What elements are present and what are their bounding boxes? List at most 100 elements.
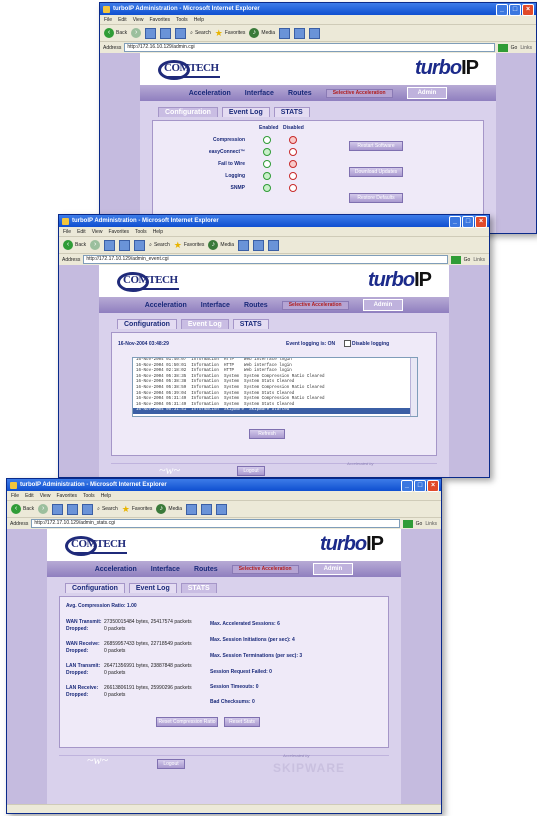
links-label[interactable]: Links	[425, 521, 437, 527]
forward-icon[interactable]: ›	[131, 28, 142, 38]
nav-routes[interactable]: Routes	[194, 566, 218, 573]
logout-button[interactable]: Logout	[157, 759, 185, 769]
search-button[interactable]: ⌕ Search	[190, 30, 211, 36]
go-label[interactable]: Go	[464, 257, 471, 263]
go-label[interactable]: Go	[511, 45, 518, 51]
restart-software-button[interactable]: Restart Software	[349, 141, 403, 151]
radio-snmp-disabled[interactable]	[289, 184, 297, 192]
radio-failtowire-disabled[interactable]	[289, 160, 297, 168]
tab-configuration[interactable]: Configuration	[65, 583, 125, 593]
nav-acceleration[interactable]: Acceleration	[145, 302, 187, 309]
maximize-icon[interactable]: □	[414, 480, 426, 492]
home-icon[interactable]	[175, 27, 187, 39]
menu-favorites[interactable]: Favorites	[149, 17, 170, 23]
radio-easyconnect-disabled[interactable]	[289, 148, 297, 156]
refresh-button[interactable]: Refresh	[249, 429, 285, 439]
nav-selective-acceleration[interactable]: Selective Acceleration	[231, 564, 299, 574]
address-input[interactable]: http://172.17.10.129/admin_event.cgi	[83, 255, 448, 264]
menu-view[interactable]: View	[133, 17, 144, 23]
tab-stats[interactable]: STATS	[232, 319, 269, 329]
tab-configuration[interactable]: Configuration	[117, 319, 177, 329]
links-label[interactable]: Links	[520, 45, 532, 51]
mail-icon[interactable]	[201, 503, 213, 515]
reset-stats-button[interactable]: Reset Stats	[224, 717, 260, 727]
disable-logging-label[interactable]: Disable logging	[352, 341, 389, 347]
disable-logging-checkbox[interactable]	[344, 340, 351, 347]
radio-logging-disabled[interactable]	[289, 172, 297, 180]
go-button[interactable]	[402, 519, 413, 528]
go-button[interactable]	[497, 43, 508, 52]
home-icon[interactable]	[82, 503, 94, 515]
menu-edit[interactable]: Edit	[77, 229, 86, 235]
maximize-icon[interactable]: □	[509, 4, 521, 16]
links-label[interactable]: Links	[473, 257, 485, 263]
menu-file[interactable]: File	[11, 493, 19, 499]
close-icon[interactable]: ×	[427, 480, 439, 492]
radio-compression-enabled[interactable]	[263, 136, 271, 144]
search-button[interactable]: ⌕ Search	[97, 506, 118, 512]
reset-compression-ratio-button[interactable]: Reset Compression Ratio	[156, 717, 218, 727]
download-updates-button[interactable]: Download Updates	[349, 167, 403, 177]
menu-tools[interactable]: Tools	[176, 17, 188, 23]
nav-interface[interactable]: Interface	[245, 90, 274, 97]
nav-admin[interactable]: Admin	[362, 299, 404, 311]
radio-logging-enabled[interactable]	[263, 172, 271, 180]
mail-icon[interactable]	[253, 239, 265, 251]
go-button[interactable]	[450, 255, 461, 264]
print-icon[interactable]	[309, 27, 321, 39]
menu-file[interactable]: File	[104, 17, 112, 23]
menu-favorites[interactable]: Favorites	[108, 229, 129, 235]
nav-acceleration[interactable]: Acceleration	[189, 90, 231, 97]
menu-edit[interactable]: Edit	[25, 493, 34, 499]
menu-help[interactable]: Help	[194, 17, 204, 23]
close-icon[interactable]: ×	[522, 4, 534, 16]
nav-selective-acceleration[interactable]: Selective Acceleration	[281, 300, 349, 310]
refresh-icon[interactable]	[160, 27, 172, 39]
address-input[interactable]: http://172.17.10.129/admin_stats.cgi	[31, 519, 400, 528]
refresh-icon[interactable]	[67, 503, 79, 515]
history-icon[interactable]	[186, 503, 198, 515]
print-icon[interactable]	[268, 239, 280, 251]
menu-edit[interactable]: Edit	[118, 17, 127, 23]
forward-icon[interactable]: ›	[90, 240, 101, 250]
refresh-icon[interactable]	[119, 239, 131, 251]
back-button[interactable]: ‹ Back	[63, 240, 86, 250]
log-row-selected[interactable]: 16-Nov-2004 05:31:41 Information Skipwar…	[133, 408, 417, 414]
tab-event-log[interactable]: Event Log	[180, 319, 229, 329]
nav-admin[interactable]: Admin	[406, 87, 448, 99]
favorites-button[interactable]: ★ Favorites	[174, 240, 205, 251]
menu-tools[interactable]: Tools	[83, 493, 95, 499]
menu-view[interactable]: View	[40, 493, 51, 499]
favorites-button[interactable]: ★ Favorites	[215, 28, 246, 39]
minimize-icon[interactable]: _	[496, 4, 508, 16]
media-button[interactable]: ♪ Media	[249, 28, 275, 38]
logout-button[interactable]: Logout	[237, 466, 265, 476]
go-label[interactable]: Go	[416, 521, 423, 527]
nav-interface[interactable]: Interface	[201, 302, 230, 309]
radio-compression-disabled[interactable]	[289, 136, 297, 144]
radio-easyconnect-enabled[interactable]	[263, 148, 271, 156]
tab-configuration[interactable]: Configuration	[158, 107, 218, 117]
nav-acceleration[interactable]: Acceleration	[95, 566, 137, 573]
nav-selective-acceleration[interactable]: Selective Acceleration	[325, 88, 393, 98]
event-log-list[interactable]: 16-Nov-2004 01:40:07 Information HTTP We…	[132, 357, 418, 417]
history-icon[interactable]	[279, 27, 291, 39]
stop-icon[interactable]	[52, 503, 64, 515]
back-button[interactable]: ‹ Back	[11, 504, 34, 514]
stop-icon[interactable]	[104, 239, 116, 251]
menu-tools[interactable]: Tools	[135, 229, 147, 235]
log-scrollbar[interactable]	[410, 358, 417, 416]
mail-icon[interactable]	[294, 27, 306, 39]
minimize-icon[interactable]: _	[449, 216, 461, 228]
menu-file[interactable]: File	[63, 229, 71, 235]
print-icon[interactable]	[216, 503, 228, 515]
menu-help[interactable]: Help	[101, 493, 111, 499]
tab-stats[interactable]: STATS	[273, 107, 310, 117]
tab-stats[interactable]: STATS	[180, 583, 217, 593]
radio-failtowire-enabled[interactable]	[263, 160, 271, 168]
favorites-button[interactable]: ★ Favorites	[122, 504, 153, 515]
media-button[interactable]: ♪ Media	[156, 504, 182, 514]
forward-icon[interactable]: ›	[38, 504, 49, 514]
home-icon[interactable]	[134, 239, 146, 251]
address-input[interactable]: http://172.16.10.129/admin.cgi	[124, 43, 495, 52]
